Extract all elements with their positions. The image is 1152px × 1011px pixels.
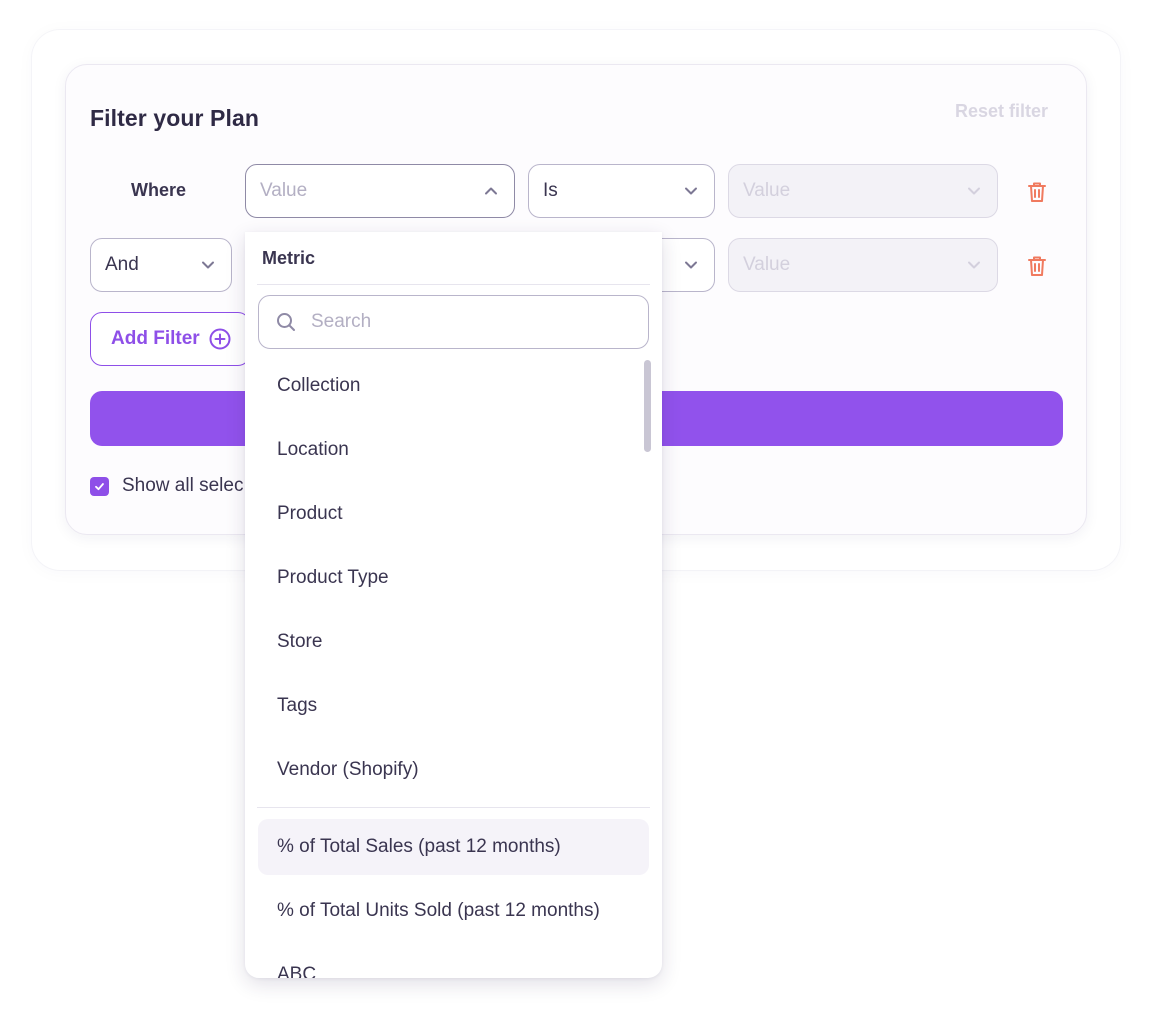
- show-all-label: Show all selec: [122, 475, 244, 496]
- dropdown-option[interactable]: Collection: [258, 358, 649, 414]
- reset-filter-button[interactable]: Reset filter: [955, 101, 1048, 122]
- dropdown-option[interactable]: Product: [258, 486, 649, 542]
- divider: [257, 807, 650, 808]
- chevron-down-icon: [682, 182, 700, 200]
- chevron-up-icon: [482, 182, 500, 200]
- chevron-down-icon: [682, 256, 700, 274]
- add-filter-label: Add Filter: [111, 328, 200, 349]
- dropdown-option[interactable]: Tags: [258, 678, 649, 734]
- add-filter-button[interactable]: Add Filter: [90, 312, 250, 366]
- conjunction-select-value: And: [105, 254, 139, 275]
- metric-dropdown: Metric Collection Location Product Produ…: [245, 232, 662, 978]
- operator-select-value: Is: [543, 180, 558, 201]
- value-select-2-value: Value: [743, 254, 791, 275]
- divider: [257, 284, 650, 285]
- dropdown-option[interactable]: ABC: [258, 947, 649, 978]
- search-icon: [277, 313, 295, 331]
- value-select-2[interactable]: Value: [728, 238, 998, 292]
- field-select[interactable]: Value: [245, 164, 515, 218]
- where-label: Where: [131, 180, 187, 200]
- operator-select[interactable]: Is: [528, 164, 715, 218]
- dropdown-search-input[interactable]: [311, 311, 611, 333]
- dropdown-option[interactable]: Vendor (Shopify): [258, 742, 649, 798]
- field-select-value: Value: [260, 180, 308, 201]
- chevron-down-icon: [965, 182, 983, 200]
- dropdown-option[interactable]: Location: [258, 422, 649, 478]
- dropdown-search: [258, 295, 649, 349]
- value-select-value: Value: [743, 180, 791, 201]
- chevron-down-icon: [965, 256, 983, 274]
- show-all-option: Show all selec: [90, 475, 243, 497]
- conjunction-select[interactable]: And: [90, 238, 232, 292]
- delete-filter-2-trash-icon[interactable]: [1026, 254, 1048, 278]
- check-icon: [95, 482, 104, 490]
- show-all-checkbox[interactable]: [90, 476, 109, 496]
- plus-circle-icon: [209, 328, 231, 350]
- dropdown-option[interactable]: Product Type: [258, 550, 649, 606]
- panel-title: Filter your Plan: [90, 105, 260, 131]
- chevron-down-icon: [199, 256, 217, 274]
- dropdown-header: Metric: [262, 248, 316, 268]
- value-select[interactable]: Value: [728, 164, 998, 218]
- dropdown-option[interactable]: % of Total Units Sold (past 12 months): [258, 883, 649, 939]
- dropdown-option[interactable]: Store: [258, 614, 649, 670]
- dropdown-option-hovered[interactable]: % of Total Sales (past 12 months): [258, 819, 649, 875]
- delete-filter-1-trash-icon[interactable]: [1026, 180, 1048, 204]
